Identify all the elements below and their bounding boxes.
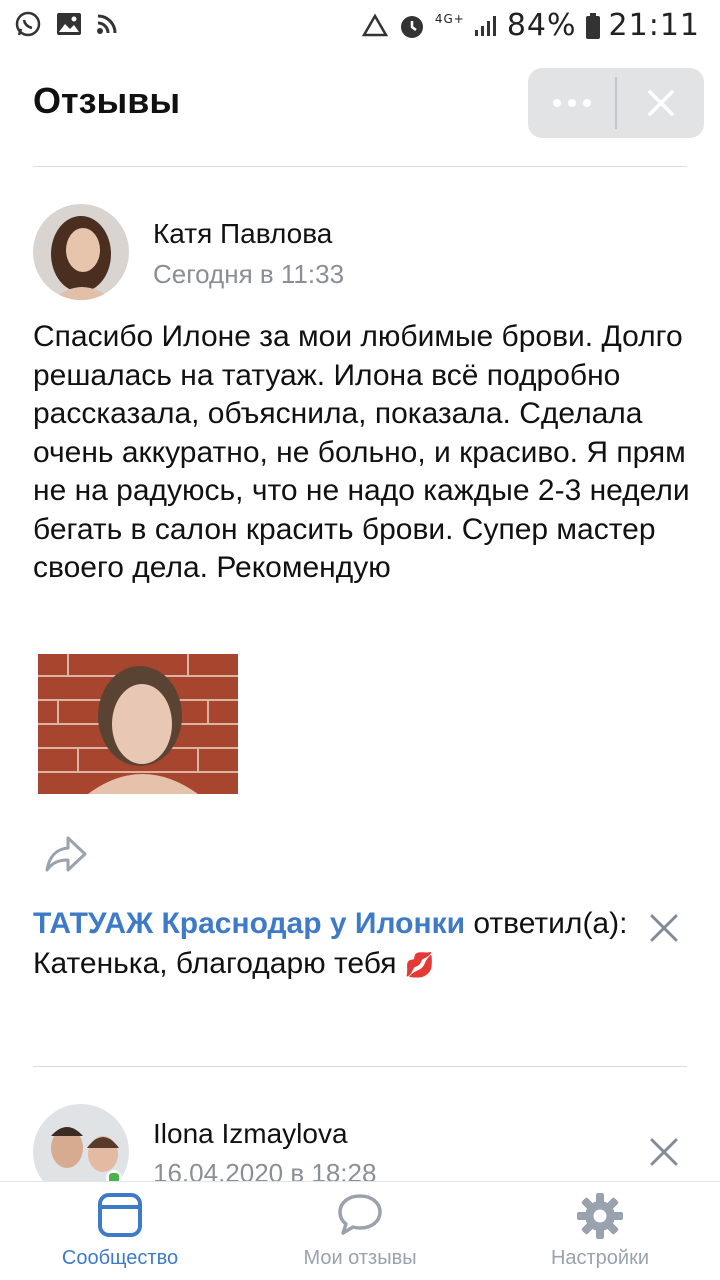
header-divider (33, 166, 687, 167)
post-time: Сегодня в 11:33 (153, 259, 345, 289)
page-title: Отзывы (33, 80, 181, 121)
review-photo[interactable] (38, 654, 238, 794)
more-button[interactable] (528, 68, 615, 138)
clock: 21:11 (608, 8, 700, 43)
reply-text: Катенька, благодарю тебя (33, 947, 397, 980)
dismiss-reply-button[interactable] (644, 908, 684, 948)
nav-item-my-reviews[interactable]: Мои отзывы (240, 1182, 480, 1280)
alarm-icon (397, 11, 427, 41)
close-icon (650, 1138, 678, 1166)
close-button[interactable] (617, 68, 704, 138)
nav-label: Сообщество (61, 1247, 179, 1269)
recycle-icon (361, 13, 389, 39)
bottom-nav: Сообщество Мои отзывы Настройки (0, 1181, 720, 1280)
nav-item-community[interactable]: Сообщество (0, 1182, 240, 1280)
status-bar: 4G+ 84% 21:11 (0, 0, 720, 50)
reply-verb: ответил(а): (465, 907, 628, 940)
rss-icon (96, 13, 118, 35)
author-name[interactable]: Ilona Izmaylova (153, 1118, 348, 1150)
dismiss-review-button[interactable] (644, 1132, 684, 1172)
author-name[interactable]: Катя Павлова (153, 218, 332, 250)
signal-icon (473, 14, 499, 38)
battery-percent: 84% (506, 8, 577, 43)
close-icon (647, 90, 674, 116)
review-text: Спасибо Илоне за мои любимые брови. Долг… (33, 320, 690, 584)
nav-item-settings[interactable]: Настройки (480, 1182, 720, 1280)
kiss-emoji-icon: 💋 (404, 952, 435, 979)
gallery-icon (56, 12, 82, 36)
battery-icon (585, 12, 601, 40)
network-type: 4G+ (434, 12, 465, 26)
gear-icon (576, 1192, 624, 1245)
owner-reply: ТАТУАЖ Краснодар у Илонки ответил(а): Ка… (33, 904, 633, 986)
chat-bubble-icon (336, 1192, 384, 1243)
header-actions (528, 68, 704, 138)
nav-label: Настройки (550, 1247, 650, 1269)
community-icon (97, 1192, 143, 1243)
review-divider (33, 1066, 687, 1067)
whatsapp-icon (14, 10, 42, 38)
nav-label: Мои отзывы (303, 1247, 417, 1269)
close-icon (650, 914, 678, 942)
reply-author[interactable]: ТАТУАЖ Краснодар у Илонки (33, 907, 465, 940)
share-icon[interactable] (44, 835, 88, 878)
avatar[interactable] (33, 204, 129, 300)
more-dots-icon (552, 99, 591, 107)
